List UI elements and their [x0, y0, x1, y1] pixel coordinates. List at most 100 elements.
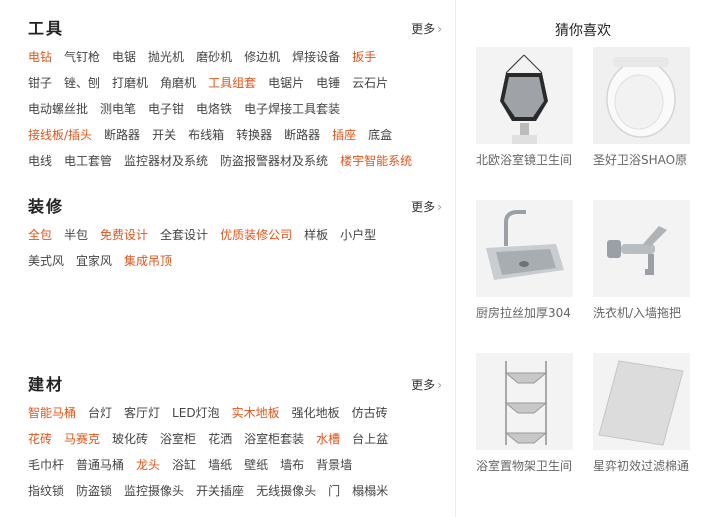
- tag-link[interactable]: 钳子: [28, 75, 52, 91]
- tag-link[interactable]: 门: [328, 483, 340, 499]
- section-title: 装修: [28, 197, 65, 216]
- tag-link-highlighted[interactable]: 电钻: [28, 49, 52, 65]
- recommend-title: 猜你喜欢: [555, 23, 611, 39]
- tag-link[interactable]: 毛巾杆: [28, 457, 64, 473]
- tag-link[interactable]: LED灯泡: [172, 405, 220, 421]
- shelf-icon: [476, 353, 573, 450]
- tag-link[interactable]: 浴室柜套装: [244, 431, 304, 447]
- tag-link[interactable]: 电线: [28, 153, 52, 169]
- tag-link[interactable]: 美式风: [28, 253, 64, 269]
- tag-link[interactable]: 监控摄像头: [124, 483, 184, 499]
- tag-link[interactable]: 开关插座: [196, 483, 244, 499]
- tag-link[interactable]: 宜家风: [76, 253, 112, 269]
- tag-link[interactable]: 电子焊接工具套装: [244, 101, 340, 117]
- tag-link-highlighted[interactable]: 集成吊顶: [124, 253, 172, 269]
- tag-link[interactable]: 浴缸: [172, 457, 196, 473]
- tag-link[interactable]: 墙布: [280, 457, 304, 473]
- section-header: 建材 更多 ›: [28, 374, 442, 400]
- tag-link[interactable]: 布线箱: [188, 127, 224, 143]
- tag-link[interactable]: 仿古砖: [352, 405, 388, 421]
- tag-link-highlighted[interactable]: 马赛克: [64, 431, 100, 447]
- tag-link[interactable]: 电烙铁: [196, 101, 232, 117]
- product-card[interactable]: 厨房拉丝加厚304: [476, 200, 586, 321]
- tag-link[interactable]: 背景墙: [316, 457, 352, 473]
- tag-link-highlighted[interactable]: 智能马桶: [28, 405, 76, 421]
- tag-link-highlighted[interactable]: 工具组套: [208, 75, 256, 91]
- tag-link[interactable]: 磨砂机: [196, 49, 232, 65]
- tag-link[interactable]: 墙纸: [208, 457, 232, 473]
- chevron-right-icon: ›: [437, 378, 442, 392]
- tag-link[interactable]: 台上盆: [352, 431, 388, 447]
- tag-link[interactable]: 监控器材及系统: [124, 153, 208, 169]
- tag-link[interactable]: 电锤: [316, 75, 340, 91]
- product-card[interactable]: 北欧浴室镜卫生间: [476, 47, 586, 168]
- tag-link[interactable]: 普通马桶: [76, 457, 124, 473]
- tag-link[interactable]: 断路器: [104, 127, 140, 143]
- tag-link[interactable]: 台灯: [88, 405, 112, 421]
- tag-link[interactable]: 玻化砖: [112, 431, 148, 447]
- filter-cotton-icon: [593, 353, 690, 450]
- tag-link[interactable]: 断路器: [284, 127, 320, 143]
- tag-link[interactable]: 半包: [64, 227, 88, 243]
- product-card[interactable]: 浴室置物架卫生间: [476, 353, 586, 474]
- tag-link-highlighted[interactable]: 扳手: [352, 49, 376, 65]
- sink-icon: [476, 200, 573, 297]
- section-title: 建材: [28, 375, 65, 394]
- tag-link[interactable]: 无线摄像头: [256, 483, 316, 499]
- tag-link-highlighted[interactable]: 全包: [28, 227, 52, 243]
- tag-row: 指纹锁 防盗锁 监控摄像头 开关插座 无线摄像头门榻榻米: [28, 480, 442, 506]
- chevron-right-icon: ›: [437, 200, 442, 214]
- tag-link[interactable]: 修边机: [244, 49, 280, 65]
- product-caption: 洗衣机/入墙拖把: [593, 306, 682, 320]
- tag-link[interactable]: 小户型: [340, 227, 376, 243]
- product-card[interactable]: 星弈初效过滤棉通: [593, 353, 703, 474]
- tag-link[interactable]: 指纹锁: [28, 483, 64, 499]
- tag-link[interactable]: 电子钳: [148, 101, 184, 117]
- tag-link[interactable]: 抛光机: [148, 49, 184, 65]
- tag-link[interactable]: 防盗锁: [76, 483, 112, 499]
- tag-link[interactable]: 锉、刨: [64, 75, 100, 91]
- tag-link[interactable]: 壁纸: [244, 457, 268, 473]
- tag-link[interactable]: 客厅灯: [124, 405, 160, 421]
- tag-link[interactable]: 云石片: [352, 75, 388, 91]
- tag-link-highlighted[interactable]: 花砖: [28, 431, 52, 447]
- section-header: 工具 更多 ›: [28, 18, 442, 44]
- tag-row: 全包 半包 免费设计 全套设计 优质装修公司 样板 小户型: [28, 224, 442, 250]
- tag-link[interactable]: 全套设计: [160, 227, 208, 243]
- more-link[interactable]: 更多 ›: [411, 377, 442, 393]
- tag-link[interactable]: 浴室柜: [160, 431, 196, 447]
- tag-link[interactable]: 防盗报警器材及系统: [220, 153, 328, 169]
- tag-link-highlighted[interactable]: 优质装修公司: [220, 227, 292, 243]
- tag-link-highlighted[interactable]: 龙头: [136, 457, 160, 473]
- tag-link[interactable]: 样板: [304, 227, 328, 243]
- tag-link[interactable]: 电工套管: [64, 153, 112, 169]
- product-card[interactable]: 圣好卫浴SHAO原: [593, 47, 703, 168]
- tag-link-highlighted[interactable]: 接线板/插头: [28, 127, 92, 143]
- product-card[interactable]: 洗衣机/入墙拖把: [593, 200, 703, 321]
- tag-link[interactable]: 电锯: [112, 49, 136, 65]
- tag-link[interactable]: 开关: [152, 127, 176, 143]
- tag-row: 钳子 锉、刨 打磨机 角磨机 工具组套 电锯片 电锤 云石片: [28, 72, 442, 98]
- tag-link[interactable]: 角磨机: [160, 75, 196, 91]
- tag-link[interactable]: 电锯片: [268, 75, 304, 91]
- tag-link[interactable]: 气钉枪: [64, 49, 100, 65]
- tag-link[interactable]: 打磨机: [112, 75, 148, 91]
- tag-link-highlighted[interactable]: 实木地板: [232, 405, 280, 421]
- tag-link-highlighted[interactable]: 插座: [332, 127, 356, 143]
- section-title: 工具: [28, 19, 65, 38]
- tag-link[interactable]: 榻榻米: [352, 483, 388, 499]
- more-link[interactable]: 更多 ›: [411, 199, 442, 215]
- tag-link[interactable]: 强化地板: [292, 405, 340, 421]
- tag-link[interactable]: 转换器: [236, 127, 272, 143]
- tag-link-highlighted[interactable]: 免费设计: [100, 227, 148, 243]
- tag-link[interactable]: 底盒: [368, 127, 392, 143]
- more-link[interactable]: 更多 ›: [411, 21, 442, 37]
- tag-link[interactable]: 电动螺丝批: [28, 101, 88, 117]
- mirror-icon: [476, 47, 573, 144]
- tag-link-highlighted[interactable]: 楼宇智能系统: [340, 153, 412, 169]
- tag-row: 电钻 气钉枪 电锯 抛光机 磨砂机 修边机 焊接设备 扳手: [28, 46, 442, 72]
- tag-link[interactable]: 花洒: [208, 431, 232, 447]
- tag-link[interactable]: 焊接设备: [292, 49, 340, 65]
- tag-link-highlighted[interactable]: 水槽: [316, 431, 340, 447]
- tag-link[interactable]: 测电笔: [100, 101, 136, 117]
